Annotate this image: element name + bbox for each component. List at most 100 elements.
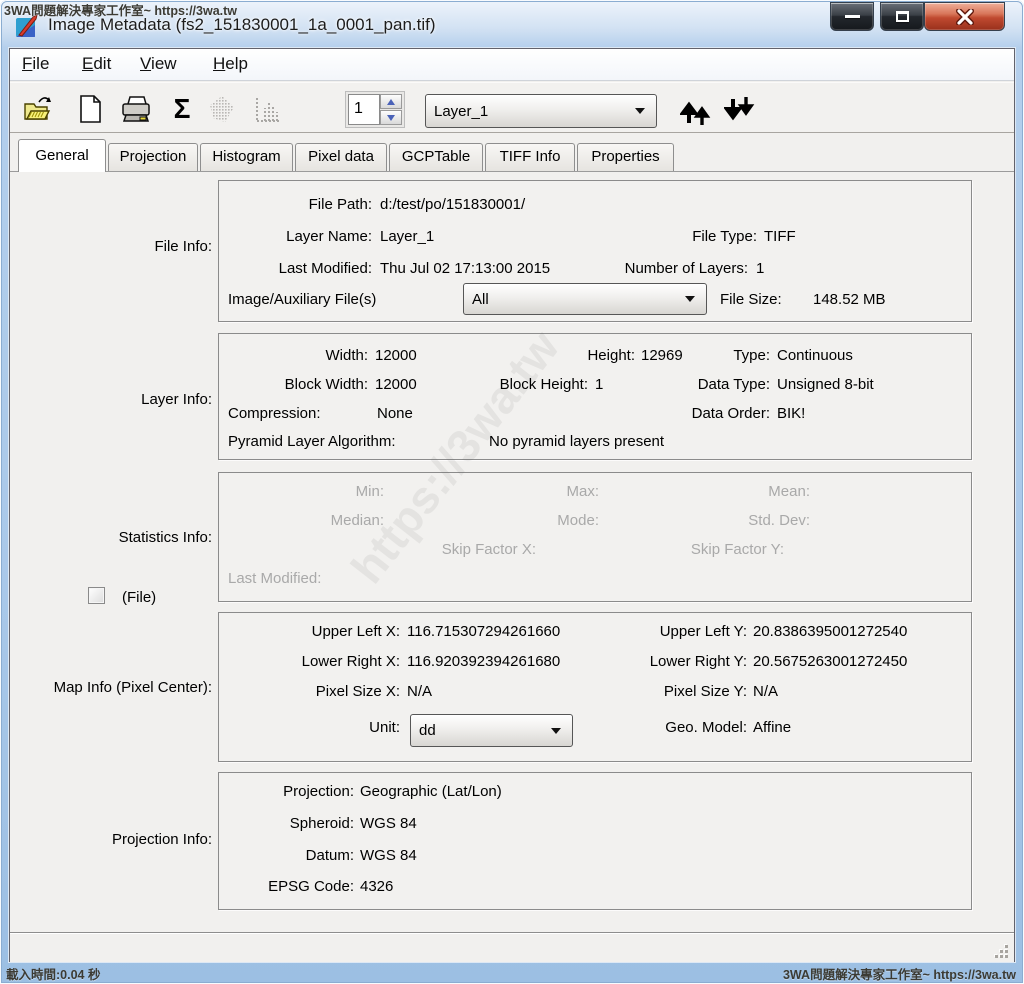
skip-factor-y-label: Skip Factor Y: — [691, 541, 784, 558]
last-modified-label: Last Modified: — [279, 260, 372, 277]
number-of-layers-label: Number of Layers: — [625, 260, 748, 277]
projection-value: Geographic (Lat/Lon) — [360, 783, 502, 800]
upper-left-x-label: Upper Left X: — [312, 623, 400, 640]
maximize-button[interactable] — [880, 2, 924, 31]
lower-right-x-value: 116.920392394261680 — [407, 653, 560, 670]
data-order-label: Data Order: — [692, 405, 770, 422]
file-size-value: 148.52 MB — [813, 291, 886, 308]
raise-band-button[interactable] — [678, 94, 718, 128]
minimize-button[interactable] — [830, 2, 874, 31]
spinner-up-icon — [387, 99, 395, 105]
new-file-icon — [77, 94, 103, 124]
block-width-label: Block Width: — [285, 376, 368, 393]
menu-help[interactable]: Help — [213, 54, 248, 74]
type-label: Type: — [733, 347, 770, 364]
upper-left-y-label: Upper Left Y: — [660, 623, 747, 640]
upper-left-x-value: 116.715307294261660 — [407, 623, 560, 640]
mean-label: Mean: — [768, 483, 810, 500]
pixel-size-x-label: Pixel Size X: — [316, 683, 400, 700]
epsg-label: EPSG Code: — [268, 878, 354, 895]
pyramid-value: No pyramid layers present — [489, 433, 664, 450]
statistics-button[interactable]: Σ — [166, 93, 198, 125]
file-statistics-checkbox[interactable] — [88, 587, 105, 604]
watermark-top-left: 3WA問題解決專家工作室~ https://3wa.tw — [4, 0, 237, 19]
epsg-value: 4326 — [360, 878, 393, 895]
skip-factor-x-label: Skip Factor X: — [442, 541, 536, 558]
menu-edit[interactable]: Edit — [82, 54, 111, 74]
image-metadata-window: Image Metadata (fs2_151830001_1a_0001_pa… — [0, 0, 1024, 984]
spinner-down-icon — [387, 115, 395, 121]
stats-last-modified-label: Last Modified: — [228, 570, 321, 587]
layer-name-label: Layer Name: — [286, 228, 372, 245]
close-button[interactable] — [924, 2, 1005, 31]
new-file-button[interactable] — [74, 93, 106, 125]
geo-model-label: Geo. Model: — [665, 719, 747, 736]
unit-label: Unit: — [369, 719, 400, 736]
aux-files-label: Image/Auxiliary File(s) — [228, 291, 376, 308]
open-file-button[interactable] — [22, 93, 54, 125]
tab-gcptable[interactable]: GCPTable — [389, 143, 483, 171]
layer-select[interactable]: Layer_1 — [425, 94, 657, 128]
tab-histogram[interactable]: Histogram — [200, 143, 293, 171]
pixel-size-y-value: N/A — [753, 683, 778, 700]
print-button[interactable] — [120, 93, 152, 125]
statistics-info-section-label: Statistics Info: — [119, 529, 212, 546]
projection-label: Projection: — [283, 783, 354, 800]
resize-grip[interactable] — [994, 944, 1008, 958]
min-label: Min: — [356, 483, 384, 500]
menu-bar: File Edit View Help — [10, 49, 1014, 81]
maximize-icon — [896, 11, 909, 22]
compression-label: Compression: — [228, 405, 321, 422]
lower-band-button[interactable] — [722, 94, 762, 128]
spheroid-label: Spheroid: — [290, 815, 354, 832]
menu-file[interactable]: File — [22, 54, 49, 74]
tab-pixel-data[interactable]: Pixel data — [295, 143, 387, 171]
pixel-data-icon — [207, 94, 237, 124]
width-label: Width: — [325, 347, 368, 364]
histogram-icon — [253, 94, 283, 124]
spheroid-value: WGS 84 — [360, 815, 417, 832]
histogram-button-disabled — [252, 93, 284, 125]
datum-label: Datum: — [306, 847, 354, 864]
file-size-label: File Size: — [720, 291, 782, 308]
status-bar — [10, 932, 1014, 962]
watermark-bottom-right: 3WA問題解決專家工作室~ https://3wa.tw — [783, 964, 1016, 983]
type-value: Continuous — [777, 347, 853, 364]
menu-view[interactable]: View — [140, 54, 177, 74]
band-spinner-value[interactable]: 1 — [348, 94, 380, 125]
chevron-down-icon — [635, 108, 645, 114]
tab-general[interactable]: General — [18, 139, 106, 172]
band-spinner-down-button[interactable] — [380, 110, 402, 125]
watermark-bottom-left: 載入時間:0.04 秒 — [6, 964, 100, 983]
width-value: 12000 — [375, 347, 417, 364]
lower-band-icon — [724, 95, 760, 127]
aux-files-select[interactable]: All — [463, 283, 707, 315]
tab-projection[interactable]: Projection — [108, 143, 198, 171]
print-icon — [120, 94, 152, 124]
layer-name-value: Layer_1 — [380, 228, 434, 245]
pixel-size-y-label: Pixel Size Y: — [664, 683, 747, 700]
lower-right-y-label: Lower Right Y: — [650, 653, 747, 670]
height-value: 12969 — [641, 347, 683, 364]
median-label: Median: — [331, 512, 384, 529]
band-spinner-up-button[interactable] — [380, 94, 402, 109]
raise-band-icon — [680, 95, 716, 127]
file-statistics-checkbox-label: (File) — [122, 589, 156, 606]
unit-select[interactable]: dd — [410, 714, 573, 747]
pyramid-label: Pyramid Layer Algorithm: — [228, 433, 396, 450]
mode-label: Mode: — [557, 512, 599, 529]
number-of-layers-value: 1 — [756, 260, 764, 277]
compression-value: None — [377, 405, 413, 422]
tab-properties[interactable]: Properties — [577, 143, 674, 171]
std-dev-label: Std. Dev: — [748, 512, 810, 529]
close-icon — [955, 9, 975, 25]
band-spinner: 1 — [345, 91, 405, 128]
projection-info-section-label: Projection Info: — [112, 831, 212, 848]
height-label: Height: — [587, 347, 635, 364]
unit-select-value: dd — [411, 722, 436, 739]
layer-select-value: Layer_1 — [426, 103, 488, 120]
tab-tiff-info[interactable]: TIFF Info — [485, 143, 575, 171]
minimize-icon — [845, 15, 860, 18]
last-modified-value: Thu Jul 02 17:13:00 2015 — [380, 260, 550, 277]
layer-info-section-label: Layer Info: — [141, 391, 212, 408]
